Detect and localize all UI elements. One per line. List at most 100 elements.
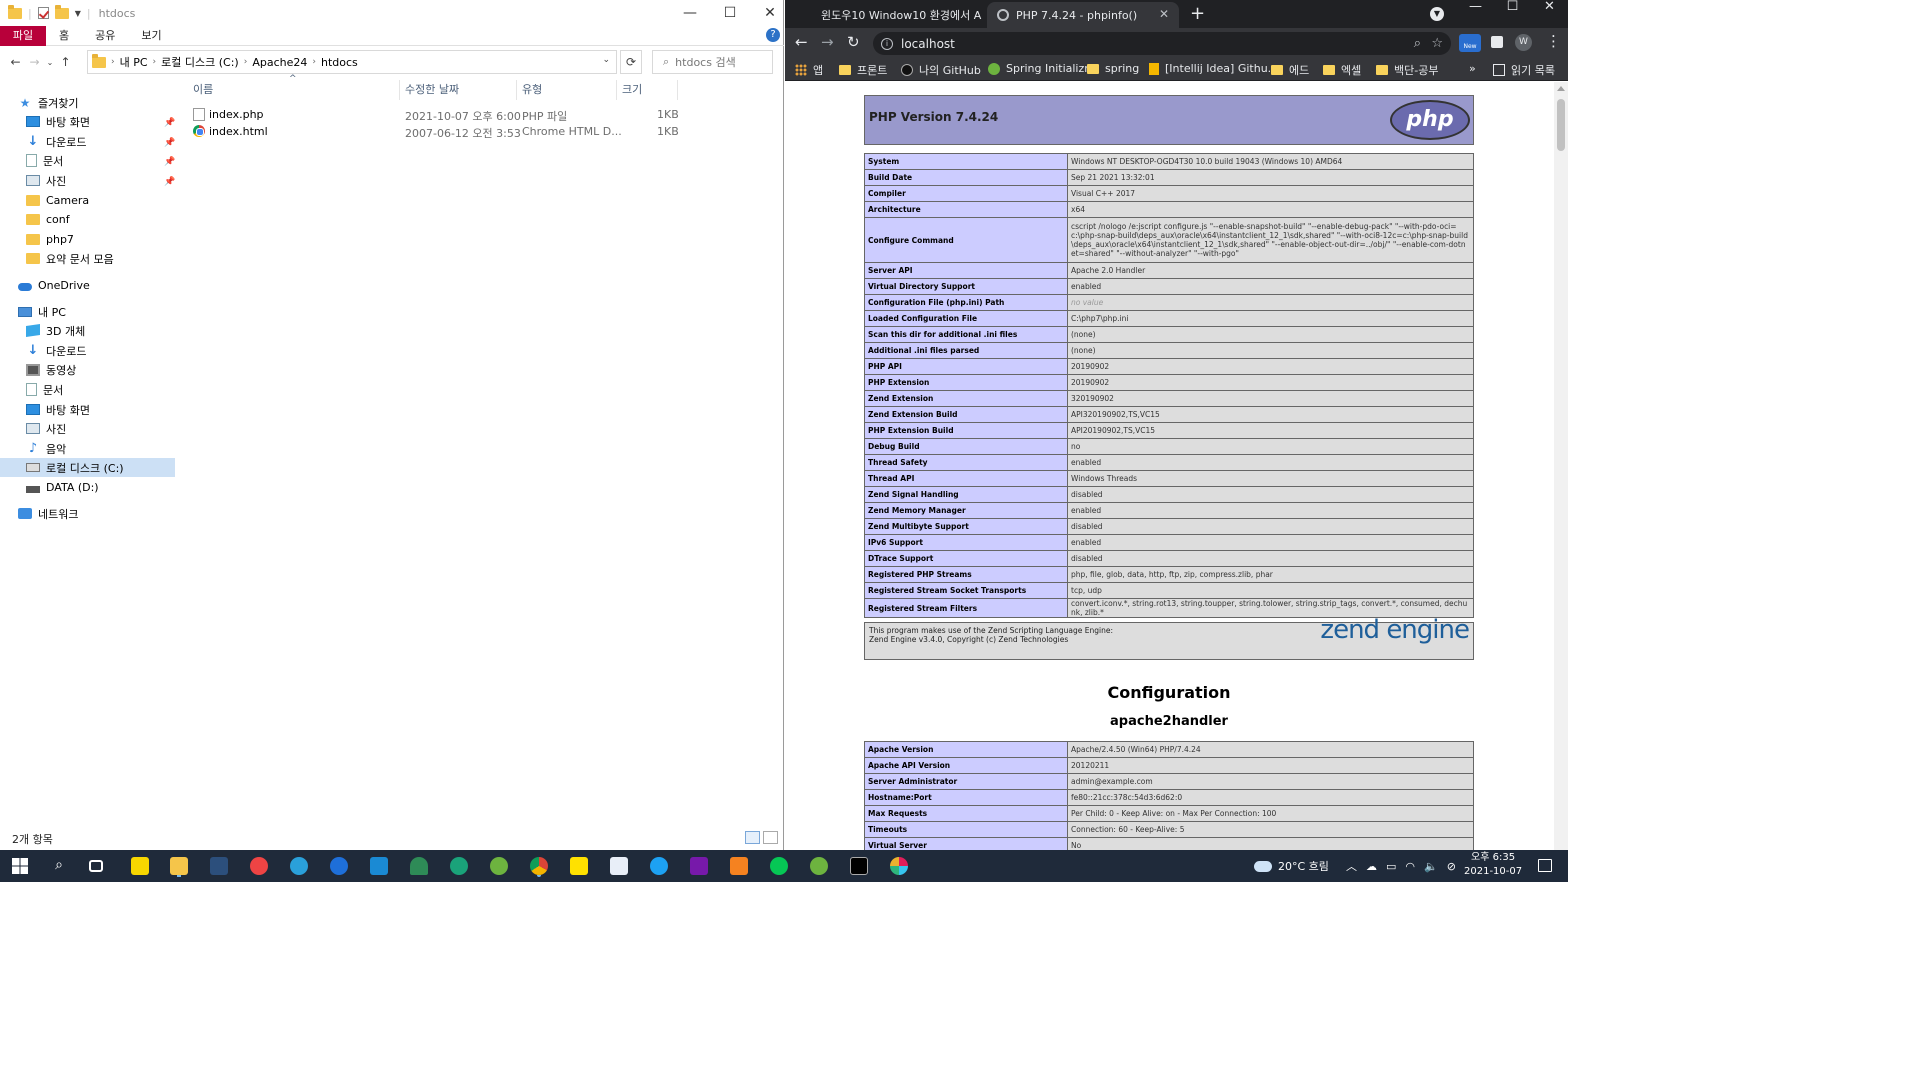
site-info-icon[interactable]: i	[881, 37, 893, 50]
extensions-icon[interactable]	[1491, 36, 1503, 48]
maps-icon[interactable]	[330, 857, 348, 875]
refresh-button[interactable]: ⟳	[620, 50, 642, 74]
column-type[interactable]: 유형	[522, 81, 542, 99]
new-extension-badge[interactable]: New	[1459, 34, 1481, 52]
volume-icon[interactable]: 🔈	[1424, 860, 1438, 873]
address-dropdown-icon[interactable]: ⌄	[602, 55, 610, 65]
tab-share[interactable]: 공유	[82, 26, 128, 46]
close-button[interactable]: ✕	[750, 0, 790, 26]
chrome-icon[interactable]	[530, 857, 548, 875]
bookmark-apps[interactable]: 앱	[795, 62, 823, 78]
nav-qa-documents[interactable]: 문서	[26, 151, 63, 170]
search-box[interactable]: ⌕ htdocs 검색	[652, 50, 773, 74]
forward-icon[interactable]: →	[25, 55, 44, 69]
onenote-icon[interactable]	[690, 857, 708, 875]
close-button[interactable]: ✕	[1531, 0, 1568, 14]
properties-icon[interactable]	[37, 7, 49, 19]
bookmark-star-icon[interactable]: ☆	[1431, 36, 1443, 51]
search-icon[interactable]: ⌕	[50, 857, 68, 875]
notepad-icon[interactable]	[610, 857, 628, 875]
details-view-icon[interactable]	[745, 831, 760, 844]
profile-avatar[interactable]: W	[1515, 34, 1532, 51]
breadcrumb-drive[interactable]: 로컬 디스크 (C:)	[161, 54, 239, 70]
sticky-notes-icon[interactable]	[131, 857, 149, 875]
page-scrollbar[interactable]	[1554, 82, 1568, 850]
back-icon[interactable]: ←	[795, 33, 808, 51]
telegram-icon[interactable]	[290, 857, 308, 875]
weather-widget[interactable]: 20°C 흐림	[1254, 850, 1329, 882]
bookmark-folder[interactable]: 프론트	[839, 62, 887, 78]
maximize-button[interactable]: ☐	[1494, 0, 1531, 14]
nav-pc-documents[interactable]: 문서	[26, 380, 63, 399]
battery-icon[interactable]: ▭	[1386, 860, 1396, 873]
nav-pc-desktop[interactable]: 바탕 화면	[26, 400, 90, 419]
scroll-thumb[interactable]	[1557, 99, 1565, 151]
nav-qa-php7[interactable]: php7	[26, 230, 74, 249]
large-icons-view-icon[interactable]	[763, 831, 778, 844]
new-tab-button[interactable]: +	[1190, 3, 1205, 24]
nav-pc-pictures[interactable]: 사진	[26, 419, 66, 438]
breadcrumb-apache24[interactable]: Apache24	[252, 56, 307, 69]
app-icon[interactable]	[730, 857, 748, 875]
tab-active[interactable]: PHP 7.4.24 - phpinfo() ✕	[987, 2, 1179, 28]
bookmark-folder[interactable]: 엑셀	[1323, 62, 1361, 78]
vscode-icon[interactable]	[370, 857, 388, 875]
nav-onedrive[interactable]: OneDrive	[18, 276, 90, 295]
app-icon[interactable]	[210, 857, 228, 875]
nav-qa-conf[interactable]: conf	[26, 210, 70, 229]
up-icon[interactable]: ↑	[56, 55, 75, 69]
breadcrumb-htdocs[interactable]: htdocs	[321, 56, 358, 69]
help-icon[interactable]: ?	[766, 28, 780, 42]
chevron-up-icon[interactable]: ︿	[1346, 858, 1357, 874]
bookmark-spring-initializr[interactable]: Spring Initializr	[988, 62, 1089, 75]
nav-pc-downloads[interactable]: ↓ 다운로드	[26, 341, 87, 360]
tab-inactive[interactable]: 윈도우10 Window10 환경에서 A	[805, 2, 985, 28]
nav-qa-summary[interactable]: 요약 문서 모음	[26, 249, 114, 268]
tab-search-icon[interactable]: ▼	[1430, 7, 1444, 21]
back-icon[interactable]: ←	[6, 55, 25, 69]
kakaotalk-icon[interactable]	[570, 857, 588, 875]
tab-home[interactable]: 홈	[46, 26, 82, 46]
nav-this-pc[interactable]: 내 PC	[18, 302, 66, 321]
minimize-button[interactable]: —	[1457, 0, 1494, 14]
column-name[interactable]: 이름	[193, 81, 213, 99]
menu-icon[interactable]: ⋮	[1546, 32, 1561, 50]
bookmark-folder[interactable]: spring	[1087, 62, 1139, 75]
bookmark-folder[interactable]: 백단-공부	[1376, 62, 1438, 78]
notification-icon[interactable]	[1538, 859, 1552, 872]
nav-pc-data-drive[interactable]: DATA (D:)	[26, 478, 99, 497]
nav-qa-desktop[interactable]: 바탕 화면	[26, 112, 90, 131]
maximize-button[interactable]: ☐	[710, 0, 750, 26]
reading-list[interactable]: 읽기 목록	[1493, 62, 1555, 78]
start-windows-icon[interactable]	[12, 858, 28, 874]
address-bar[interactable]: › 내 PC › 로컬 디스크 (C:) › Apache24 › htdocs…	[87, 50, 617, 74]
nav-pc-3d[interactable]: 3D 개체	[26, 321, 85, 340]
onedrive-icon[interactable]: ☁	[1366, 860, 1377, 873]
breadcrumb-this-pc[interactable]: 내 PC	[120, 54, 148, 70]
bookmark-intellij[interactable]: [Intellij Idea] Githu...	[1149, 62, 1278, 75]
minimize-button[interactable]: —	[670, 0, 710, 26]
nav-pc-videos[interactable]: 동영상	[26, 360, 76, 379]
nav-qa-camera[interactable]: Camera	[26, 191, 89, 210]
task-view-icon[interactable]	[89, 860, 103, 872]
app-icon[interactable]	[250, 857, 268, 875]
file-row[interactable]: index.php 2021-10-07 오후 6:00 PHP 파일 1KB	[188, 106, 679, 123]
app-icon[interactable]	[650, 857, 668, 875]
nav-qa-downloads[interactable]: ↓ 다운로드	[26, 132, 87, 151]
nav-quick-access[interactable]: ★ 즐겨찾기	[18, 93, 79, 112]
nav-pc-local-disk[interactable]: 로컬 디스크 (C:)	[0, 458, 175, 477]
address-bar[interactable]: i localhost ⌕ ☆	[873, 32, 1451, 55]
clock[interactable]: 오후 6:35 2021-10-07	[1464, 851, 1522, 879]
wifi-icon[interactable]: ◠	[1405, 860, 1415, 873]
forward-icon[interactable]: →	[821, 33, 834, 51]
file-explorer-icon[interactable]	[170, 857, 188, 875]
recent-locations-icon[interactable]: ⌄	[44, 58, 56, 67]
column-size[interactable]: 크기	[622, 81, 642, 99]
scroll-up-icon[interactable]	[1557, 86, 1565, 91]
nav-qa-pictures[interactable]: 사진	[26, 171, 66, 190]
column-modified[interactable]: 수정한 날짜	[405, 81, 459, 99]
tab-view[interactable]: 보기	[128, 26, 174, 46]
line-icon[interactable]	[770, 857, 788, 875]
customize-toolbar-icon[interactable]: ▼	[75, 9, 81, 18]
app-icon[interactable]	[810, 857, 828, 875]
